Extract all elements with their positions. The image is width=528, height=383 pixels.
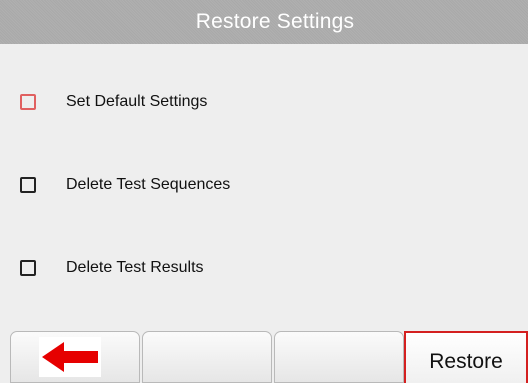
softkey-bar: Restore	[0, 331, 528, 383]
restore-button-label: Restore	[429, 350, 503, 373]
checkbox[interactable]	[20, 177, 36, 193]
title-bar: Restore Settings	[0, 0, 528, 44]
page-title: Restore Settings	[195, 10, 355, 33]
option-set-default-settings[interactable]: Set Default Settings	[20, 91, 207, 113]
option-delete-test-sequences[interactable]: Delete Test Sequences	[20, 174, 230, 196]
restore-button[interactable]: Restore	[404, 331, 528, 383]
softkey-2-button[interactable]	[142, 331, 272, 383]
checkbox[interactable]	[20, 94, 36, 110]
option-label: Set Default Settings	[66, 93, 208, 110]
back-arrow-svg	[42, 342, 98, 372]
option-delete-test-results[interactable]: Delete Test Results	[20, 257, 204, 279]
option-label: Delete Test Results	[66, 259, 204, 276]
back-button[interactable]	[10, 331, 140, 383]
option-label: Delete Test Sequences	[66, 176, 231, 193]
back-arrow-icon	[39, 337, 101, 377]
checkbox[interactable]	[20, 260, 36, 276]
softkey-3-button[interactable]	[274, 331, 404, 383]
